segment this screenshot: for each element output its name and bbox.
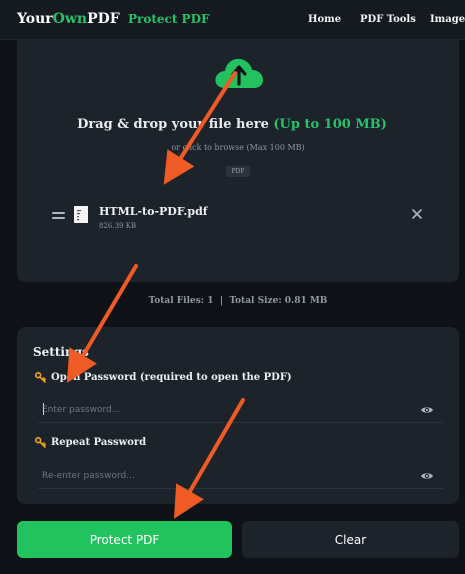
file-icon bbox=[74, 206, 88, 223]
key-icon bbox=[35, 372, 46, 383]
nav-pdf-tools[interactable]: PDF Tools bbox=[360, 14, 416, 25]
nav-home[interactable]: Home bbox=[308, 14, 341, 25]
open-password-label: Open Password (required to open the PDF) bbox=[51, 372, 292, 383]
protect-pdf-button[interactable]: Protect PDF bbox=[17, 521, 232, 558]
dropzone-instructions: Drag & drop your file here (Up to 100 MB… bbox=[77, 117, 387, 132]
page-title: Protect PDF bbox=[128, 12, 210, 26]
text-cursor bbox=[43, 403, 44, 415]
top-navbar: YourOwnPDF Protect PDF Home PDF Tools Im… bbox=[0, 0, 465, 40]
open-password-input[interactable] bbox=[38, 397, 444, 423]
drag-handle-icon[interactable] bbox=[52, 212, 65, 222]
settings-title: Settings bbox=[33, 345, 89, 359]
brand-logo[interactable]: YourOwnPDF bbox=[17, 11, 120, 27]
nav-image-tools[interactable]: Image T bbox=[430, 14, 465, 25]
browse-hint[interactable]: or click to browse (Max 100 MB) bbox=[0, 143, 465, 152]
eye-icon[interactable] bbox=[420, 405, 434, 415]
accepted-type-badge: PDF bbox=[226, 166, 250, 177]
close-icon[interactable] bbox=[412, 209, 422, 219]
file-size: 826.39 KB bbox=[99, 222, 137, 230]
file-name: HTML-to-PDF.pdf bbox=[99, 205, 208, 218]
cloud-upload-icon bbox=[215, 58, 263, 88]
upload-summary: Total Files: 1 | Total Size: 0.81 MB bbox=[148, 296, 328, 306]
key-icon bbox=[35, 437, 46, 448]
protect-pdf-page: YourOwnPDF Protect PDF Home PDF Tools Im… bbox=[0, 0, 465, 574]
repeat-password-label: Repeat Password bbox=[51, 437, 147, 448]
eye-icon[interactable] bbox=[420, 471, 434, 481]
clear-button[interactable]: Clear bbox=[242, 521, 459, 558]
file-list-item[interactable]: HTML-to-PDF.pdf 826.39 KB bbox=[52, 205, 432, 235]
repeat-password-input[interactable] bbox=[38, 463, 444, 489]
